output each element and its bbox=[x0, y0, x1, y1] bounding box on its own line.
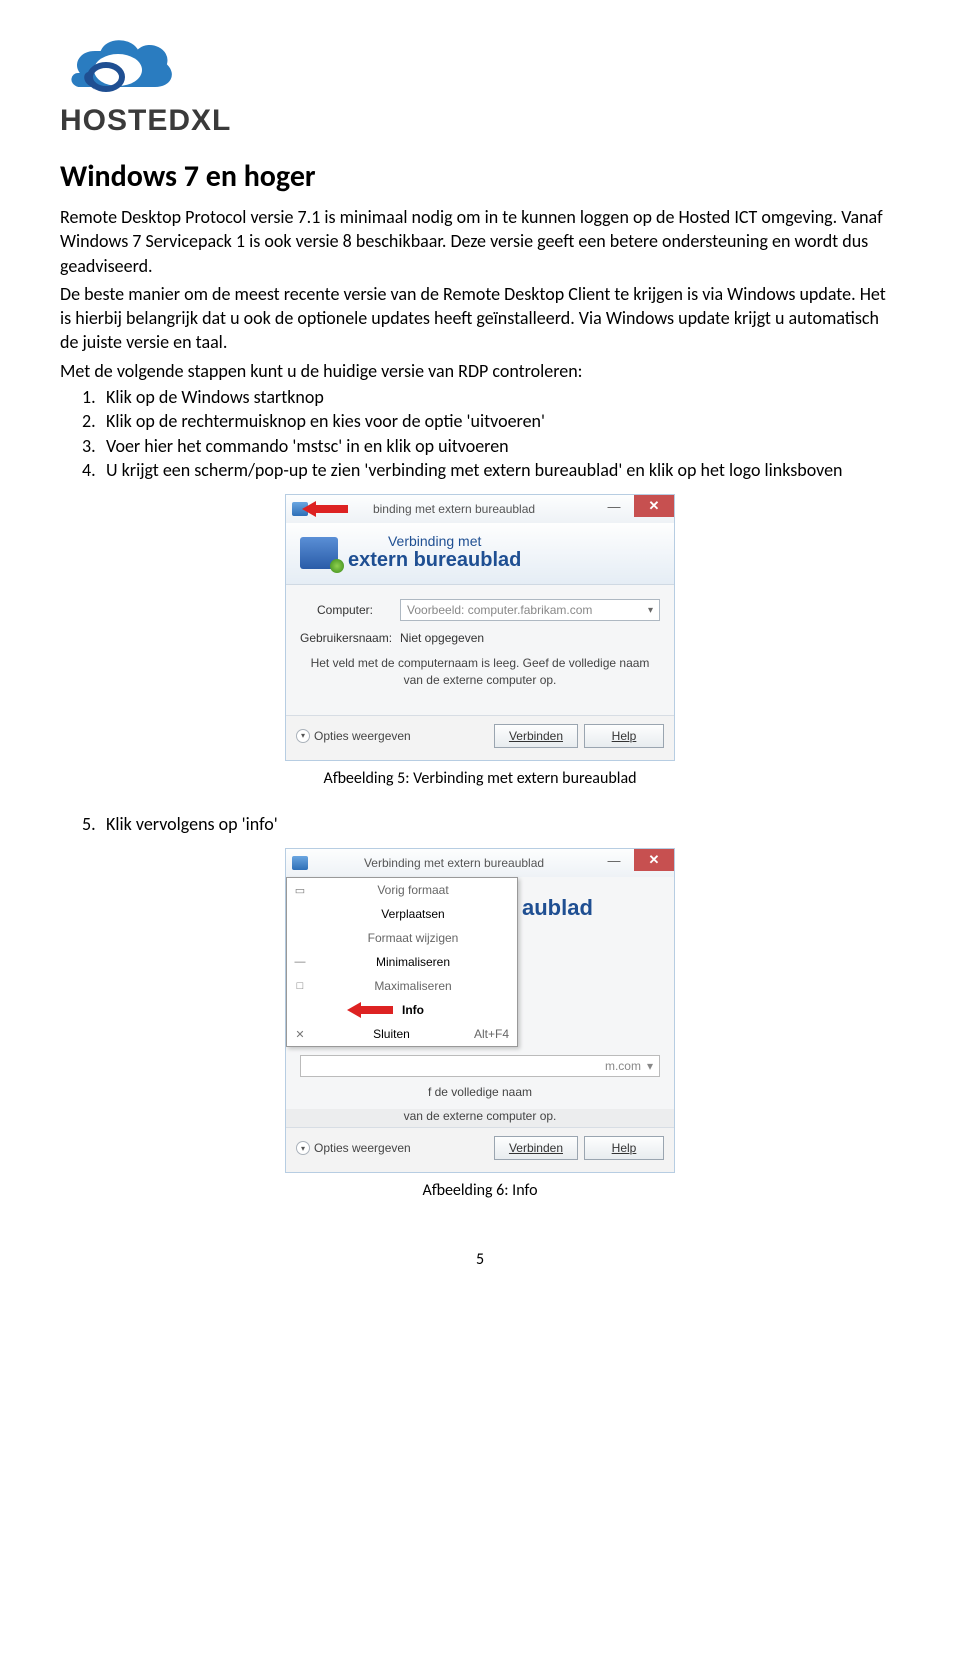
menu-item-close[interactable]: ✕SluitenAlt+F4 bbox=[287, 1022, 517, 1046]
user-label: Gebruikersnaam: bbox=[300, 631, 390, 645]
figure-1: binding met extern bureaublad — ✕ Verbin… bbox=[60, 494, 900, 788]
list-intro: Met de volgende stappen kunt u de huidig… bbox=[60, 359, 900, 383]
message-line1: Het veld met de computernaam is leeg. Ge… bbox=[300, 655, 660, 672]
rdp-monitor-icon bbox=[300, 537, 338, 569]
page-number: 5 bbox=[60, 1250, 900, 1269]
menu-item-move[interactable]: Verplaatsen bbox=[287, 902, 517, 926]
chevron-down-circle-icon: ▾ bbox=[296, 1141, 310, 1155]
logo: HOSTEDXL bbox=[60, 30, 900, 138]
rdp-dialog-with-menu: Verbinding met extern bureaublad — ✕ ▭Vo… bbox=[285, 848, 675, 1173]
minimize-button[interactable]: — bbox=[594, 495, 634, 517]
step-4: U krijgt een scherm/pop-up te zien 'verb… bbox=[60, 458, 900, 482]
chevron-down-icon[interactable]: ▾ bbox=[648, 605, 653, 616]
rdp-dialog: binding met extern bureaublad — ✕ Verbin… bbox=[285, 494, 675, 761]
chevron-down-circle-icon: ▾ bbox=[296, 729, 310, 743]
options-label: Opties weergeven bbox=[314, 1141, 411, 1155]
step-3: Voer hier het commando 'mstsc' in en kli… bbox=[60, 434, 900, 458]
system-menu-icon[interactable] bbox=[292, 856, 308, 870]
close-button[interactable]: ✕ bbox=[634, 495, 674, 517]
header-line1: Verbinding met bbox=[348, 533, 521, 549]
menu-item-info[interactable]: Info bbox=[287, 998, 517, 1022]
figure-1-caption: Afbeelding 5: Verbinding met extern bure… bbox=[60, 769, 900, 788]
dialog-titlebar[interactable]: Verbinding met extern bureaublad — ✕ bbox=[286, 849, 674, 877]
logo-text: HOSTEDXL bbox=[60, 104, 900, 138]
menu-item-size[interactable]: Formaat wijzigen bbox=[287, 926, 517, 950]
options-label: Opties weergeven bbox=[314, 729, 411, 743]
computer-input[interactable]: Voorbeeld: computer.fabrikam.com ▾ bbox=[400, 599, 660, 621]
dialog-titlebar[interactable]: binding met extern bureaublad — ✕ bbox=[286, 495, 674, 523]
help-button[interactable]: Help bbox=[584, 724, 664, 748]
window-title: Verbinding met extern bureaublad bbox=[314, 856, 594, 870]
help-button[interactable]: Help bbox=[584, 1136, 664, 1160]
menu-item-minimize[interactable]: —Minimaliseren bbox=[287, 950, 517, 974]
close-button[interactable]: ✕ bbox=[634, 849, 674, 871]
header-line2: extern bureaublad bbox=[348, 549, 521, 572]
options-toggle[interactable]: ▾ Opties weergeven bbox=[296, 729, 488, 743]
minimize-button[interactable]: — bbox=[594, 849, 634, 871]
options-toggle[interactable]: ▾ Opties weergeven bbox=[296, 1141, 488, 1155]
step-1: Klik op de Windows startknop bbox=[60, 385, 900, 409]
connect-button[interactable]: Verbinden bbox=[494, 724, 578, 748]
computer-input-partial[interactable]: m.com ▾ bbox=[300, 1055, 660, 1077]
red-arrow-icon bbox=[347, 1002, 393, 1018]
red-arrow-icon bbox=[302, 501, 348, 517]
computer-label: Computer: bbox=[300, 603, 390, 617]
page-heading: Windows 7 en hoger bbox=[60, 158, 900, 195]
figure-2-caption: Afbeelding 6: Info bbox=[60, 1181, 900, 1200]
system-menu: ▭Vorig formaat Verplaatsen Formaat wijzi… bbox=[286, 877, 518, 1047]
menu-item-restore[interactable]: ▭Vorig formaat bbox=[287, 878, 517, 902]
connect-button[interactable]: Verbinden bbox=[494, 1136, 578, 1160]
step-2: Klik op de rechtermuisknop en kies voor … bbox=[60, 409, 900, 433]
step-5: Klik vervolgens op 'info' bbox=[60, 812, 900, 836]
user-value: Niet opgegeven bbox=[400, 631, 484, 645]
chevron-down-icon[interactable]: ▾ bbox=[647, 1059, 653, 1073]
header-partial: aublad bbox=[522, 895, 593, 921]
message-line2: van de externe computer op. bbox=[300, 672, 660, 689]
message-partial: f de volledige naam bbox=[286, 1085, 674, 1109]
menu-item-maximize[interactable]: □Maximaliseren bbox=[287, 974, 517, 998]
dialog-header: Verbinding met extern bureaublad bbox=[286, 523, 674, 585]
paragraph-2: De beste manier om de meest recente vers… bbox=[60, 282, 900, 355]
cloud-logo-icon bbox=[60, 30, 200, 100]
paragraph-1: Remote Desktop Protocol versie 7.1 is mi… bbox=[60, 205, 900, 278]
computer-placeholder: Voorbeeld: computer.fabrikam.com bbox=[407, 603, 592, 617]
figure-2: Verbinding met extern bureaublad — ✕ ▭Vo… bbox=[60, 848, 900, 1200]
steps-list-continued: Klik vervolgens op 'info' bbox=[60, 812, 900, 836]
message-line2: van de externe computer op. bbox=[286, 1109, 674, 1127]
steps-list: Klik op de Windows startknop Klik op de … bbox=[60, 385, 900, 482]
window-title: binding met extern bureaublad bbox=[314, 502, 594, 516]
